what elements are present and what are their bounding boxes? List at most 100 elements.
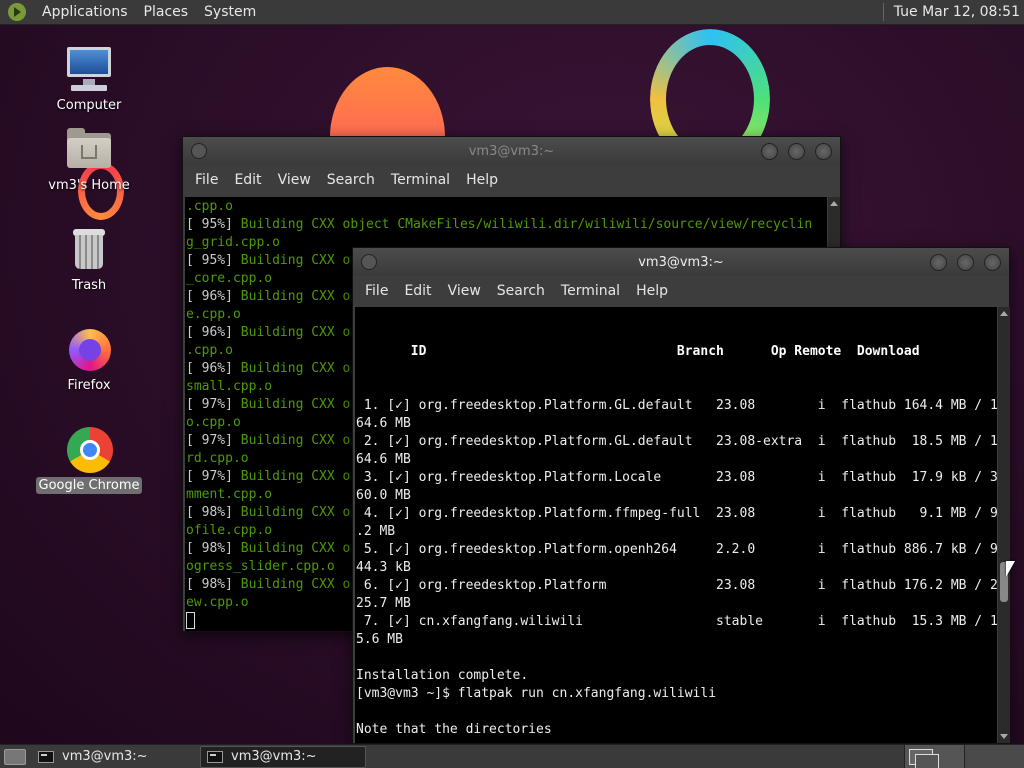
maximize-icon[interactable] [957, 254, 974, 271]
menu-terminal[interactable]: Terminal [383, 172, 458, 188]
taskbar-item-label: vm3@vm3:~ [62, 749, 148, 764]
terminal-cursor [186, 612, 195, 629]
desktop-icon-firefox[interactable]: Firefox [34, 325, 144, 394]
terminal-line: Installation complete. [356, 668, 529, 683]
build-progress: [ 97%] [186, 397, 233, 412]
menu-file[interactable]: File [187, 172, 226, 188]
close-icon[interactable] [815, 143, 832, 160]
build-message: Building CXX o [232, 469, 351, 484]
menu-applications[interactable]: Applications [34, 4, 136, 20]
scroll-up-icon[interactable] [830, 201, 838, 206]
computer-icon [65, 45, 113, 93]
terminal-icon [207, 750, 223, 763]
workspace-2[interactable] [964, 745, 1024, 768]
build-message: Building CXX o [232, 361, 351, 376]
firefox-icon [65, 325, 113, 373]
menu-system[interactable]: System [196, 4, 264, 20]
scroll-down-icon[interactable] [1000, 734, 1008, 739]
menu-places[interactable]: Places [136, 4, 197, 20]
terminal-menubar: File Edit View Search Terminal Help [353, 276, 1009, 306]
menu-view[interactable]: View [440, 283, 489, 299]
window-menu-icon[interactable] [361, 254, 377, 270]
menu-terminal[interactable]: Terminal [553, 283, 628, 299]
terminal-line: .cpp.o [186, 199, 233, 214]
terminal-menubar: File Edit View Search Terminal Help [183, 165, 840, 195]
bottom-panel: vm3@vm3:~ vm3@vm3:~ [0, 744, 1024, 768]
window-title: vm3@vm3:~ [638, 254, 724, 270]
desktop-icon-home[interactable]: vm3's Home [34, 125, 144, 194]
terminal-line: 44.3 kB [356, 560, 411, 575]
show-desktop-icon[interactable] [4, 748, 26, 765]
terminal-line: [vm3@vm3 ~]$ flatpak run cn.xfangfang.wi… [356, 686, 717, 701]
build-message: Building CXX o [232, 541, 351, 556]
distro-logo-icon[interactable] [8, 3, 26, 21]
desktop-icon-label: Computer [56, 98, 122, 113]
flatpak-table-header: ID Branch Op Remote Download [356, 344, 920, 359]
terminal-line: 64.6 MB [356, 452, 411, 467]
scroll-up-icon[interactable] [1000, 311, 1008, 316]
build-message: Building CXX o [232, 325, 351, 340]
window-menu-icon[interactable] [191, 143, 207, 159]
terminal-line: 7. [✓] cn.xfangfang.wiliwili stable i fl… [356, 614, 997, 629]
window-titlebar[interactable]: vm3@vm3:~ [353, 248, 1009, 276]
desktop-icon-label: vm3's Home [48, 178, 130, 193]
menu-search[interactable]: Search [489, 283, 553, 299]
menu-edit[interactable]: Edit [226, 172, 269, 188]
terminal-window-front[interactable]: vm3@vm3:~ File Edit View Search Terminal… [352, 247, 1010, 744]
mouse-cursor-icon [1006, 561, 1015, 577]
terminal-line: [ 95%] Building CXX object CMakeFiles/wi… [186, 216, 827, 234]
desktop-icon-label: Google Chrome [35, 477, 143, 494]
desktop-icon-chrome[interactable]: Google Chrome [34, 425, 144, 494]
desktop-icon-computer[interactable]: Computer [34, 45, 144, 114]
maximize-icon[interactable] [788, 143, 805, 160]
build-progress: [ 96%] [186, 289, 233, 304]
workspace-1[interactable] [904, 745, 964, 768]
chrome-icon [65, 425, 113, 473]
workspace-switcher[interactable] [904, 745, 1024, 768]
terminal-line: Note that the directories [356, 722, 552, 737]
terminal-lines: 1. [✓] org.freedesktop.Platform.GL.defau… [356, 397, 997, 743]
menu-search[interactable]: Search [319, 172, 383, 188]
build-progress: [ 95%] [186, 253, 233, 268]
build-message: Building CXX object CMakeFiles/wiliwili.… [232, 217, 813, 232]
window-titlebar[interactable]: vm3@vm3:~ [183, 137, 840, 165]
taskbar-item-label: vm3@vm3:~ [231, 749, 317, 764]
clock-applet[interactable]: Tue Mar 12, 08:51 [882, 3, 1020, 21]
terminal-output[interactable]: ID Branch Op Remote Download 1. [✓] org.… [355, 307, 997, 743]
desktop-icon-label: Trash [71, 278, 107, 293]
menu-view[interactable]: View [270, 172, 319, 188]
minimize-icon[interactable] [761, 143, 778, 160]
terminal-line: 3. [✓] org.freedesktop.Platform.Locale 2… [356, 470, 997, 485]
menu-help[interactable]: Help [628, 283, 676, 299]
top-panel: Applications Places System Tue Mar 12, 0… [0, 0, 1024, 25]
terminal-line: 4. [✓] org.freedesktop.Platform.ffmpeg-f… [356, 506, 997, 521]
build-progress: [ 97%] [186, 469, 233, 484]
build-message: Building CXX o [232, 577, 351, 592]
close-icon[interactable] [984, 254, 1001, 271]
desktop-icon-trash[interactable]: Trash [34, 225, 144, 294]
build-progress: [ 98%] [186, 577, 233, 592]
terminal-line: 64.6 MB [356, 416, 411, 431]
build-message: Building CXX o [232, 289, 351, 304]
terminal-line: 5.6 MB [356, 632, 403, 647]
build-progress: [ 96%] [186, 361, 233, 376]
minimize-icon[interactable] [930, 254, 947, 271]
menu-edit[interactable]: Edit [396, 283, 439, 299]
build-progress: [ 98%] [186, 505, 233, 520]
terminal-line: 2. [✓] org.freedesktop.Platform.GL.defau… [356, 434, 997, 449]
menu-file[interactable]: File [357, 283, 396, 299]
build-message: Building CXX o [232, 397, 351, 412]
home-folder-icon [65, 125, 113, 173]
menu-help[interactable]: Help [458, 172, 506, 188]
taskbar-item-active[interactable]: vm3@vm3:~ [200, 745, 366, 768]
scrollbar[interactable] [998, 307, 1010, 743]
window-title: vm3@vm3:~ [468, 143, 555, 159]
desktop-icon-label: Firefox [67, 378, 111, 393]
build-progress: [ 97%] [186, 433, 233, 448]
taskbar-item[interactable]: vm3@vm3:~ [32, 746, 198, 768]
build-progress: [ 98%] [186, 541, 233, 556]
build-progress: [ 96%] [186, 325, 233, 340]
